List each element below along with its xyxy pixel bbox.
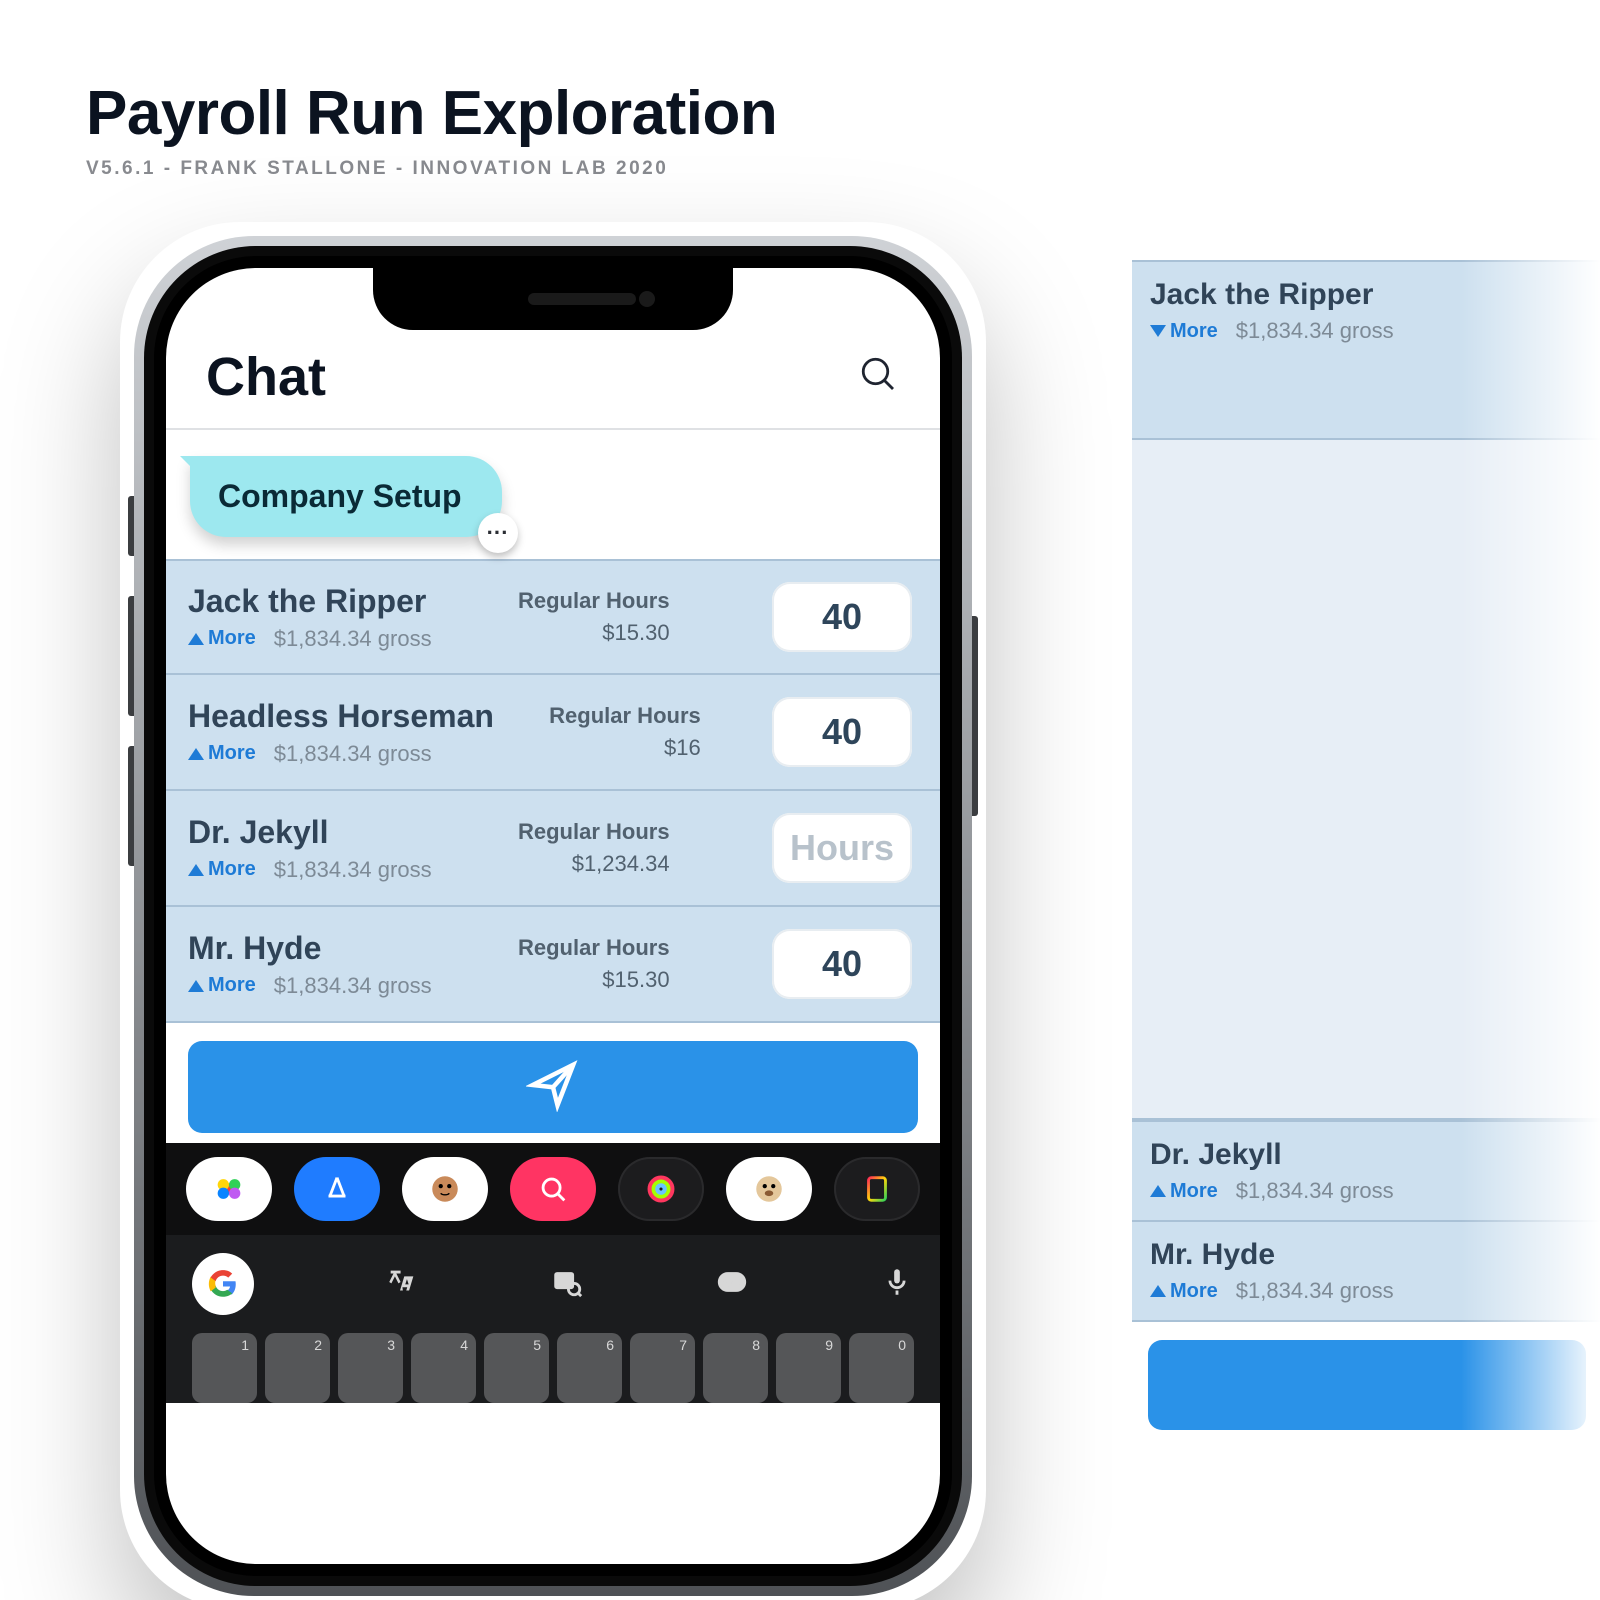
employee-name: Jack the Ripper	[188, 583, 432, 620]
hours-input[interactable]: Hours	[772, 813, 912, 883]
side-row[interactable]: Dr. Jekyll More $1,834.34 gross	[1132, 1120, 1600, 1222]
employee-row[interactable]: Headless Horseman More $1,834.34 gross R…	[166, 675, 940, 791]
photos-app-icon[interactable]	[186, 1157, 272, 1221]
more-toggle[interactable]: More	[188, 742, 256, 765]
employee-name: Jack the Ripper	[1150, 278, 1584, 312]
side-panel: Jack the Ripper More $1,834.34 gross Dr.…	[1132, 260, 1600, 1470]
employee-row[interactable]: Mr. Hyde More $1,834.34 gross Regular Ho…	[166, 907, 940, 1023]
rate-amount: $16	[549, 735, 701, 761]
rate-amount: $1,234.34	[518, 851, 670, 877]
appstore-app-icon[interactable]	[294, 1157, 380, 1221]
employee-list: Jack the Ripper More $1,834.34 gross Reg…	[166, 559, 940, 1023]
rate-amount: $15.30	[518, 620, 670, 646]
mic-icon[interactable]	[880, 1265, 914, 1304]
imessage-app-tray	[166, 1143, 940, 1235]
more-toggle[interactable]: More	[188, 627, 256, 650]
paper-plane-icon	[526, 1058, 580, 1117]
keyboard-key[interactable]: 1	[192, 1333, 257, 1403]
employee-name: Headless Horseman	[188, 698, 494, 735]
keyboard-number-row: 1 2 3 4 5 6 7 8 9 0	[192, 1333, 914, 1403]
gross-amount: $1,834.34 gross	[274, 626, 432, 652]
phone-notch	[373, 268, 733, 330]
side-row[interactable]: Mr. Hyde More $1,834.34 gross	[1132, 1222, 1600, 1322]
more-label: More	[208, 974, 256, 997]
hours-input[interactable]: 40	[772, 929, 912, 999]
screen-title: Chat	[206, 346, 326, 408]
chat-bubble-label: Company Setup	[218, 478, 462, 514]
more-label: More	[208, 627, 256, 650]
employee-row[interactable]: Dr. Jekyll More $1,834.34 gross Regular …	[166, 791, 940, 907]
keyboard-key[interactable]: 0	[849, 1333, 914, 1403]
translate-icon[interactable]	[385, 1265, 419, 1304]
gross-amount: $1,834.34 gross	[1236, 1278, 1394, 1304]
more-label: More	[208, 742, 256, 765]
more-toggle[interactable]: More	[1150, 1180, 1218, 1203]
animoji-app-icon[interactable]	[726, 1157, 812, 1221]
chat-bubble[interactable]: Company Setup ···	[190, 456, 502, 537]
rate-amount: $15.30	[518, 967, 670, 993]
more-label: More	[1170, 1180, 1218, 1203]
polyglot-app-icon[interactable]	[834, 1157, 920, 1221]
keyboard-key[interactable]: 2	[265, 1333, 330, 1403]
bubble-more-button[interactable]: ···	[478, 513, 518, 553]
keyboard-key[interactable]: 4	[411, 1333, 476, 1403]
gross-amount: $1,834.34 gross	[1236, 318, 1394, 344]
regular-hours-label: Regular Hours	[518, 935, 670, 961]
side-row[interactable]: Jack the Ripper More $1,834.34 gross	[1132, 260, 1600, 440]
gross-amount: $1,834.34 gross	[274, 857, 432, 883]
keyboard-key[interactable]: 3	[338, 1333, 403, 1403]
more-toggle[interactable]: More	[188, 858, 256, 881]
gross-amount: $1,834.34 gross	[1236, 1178, 1394, 1204]
keyboard-key[interactable]: 9	[776, 1333, 841, 1403]
employee-name: Mr. Hyde	[1150, 1238, 1584, 1272]
keyboard-key[interactable]: 5	[484, 1333, 549, 1403]
hours-input[interactable]: 40	[772, 697, 912, 767]
google-keyboard-icon[interactable]	[192, 1253, 254, 1315]
gross-amount: $1,834.34 gross	[274, 741, 432, 767]
search-sticker-app-icon[interactable]	[510, 1157, 596, 1221]
memoji-app-icon[interactable]	[402, 1157, 488, 1221]
regular-hours-label: Regular Hours	[518, 819, 670, 845]
search-icon[interactable]	[858, 354, 900, 401]
employee-row[interactable]: Jack the Ripper More $1,834.34 gross Reg…	[166, 559, 940, 675]
image-search-icon[interactable]	[550, 1265, 584, 1304]
keyboard-key[interactable]: 7	[630, 1333, 695, 1403]
employee-name: Dr. Jekyll	[1150, 1138, 1584, 1172]
employee-name: Mr. Hyde	[188, 930, 432, 967]
regular-hours-label: Regular Hours	[518, 588, 670, 614]
send-button[interactable]	[188, 1041, 918, 1133]
more-toggle[interactable]: More	[1150, 1280, 1218, 1303]
more-toggle[interactable]: More	[188, 974, 256, 997]
more-label: More	[1170, 1280, 1218, 1303]
page-title: Payroll Run Exploration	[86, 78, 777, 149]
employee-name: Dr. Jekyll	[188, 814, 432, 851]
keyboard-key[interactable]: 8	[703, 1333, 768, 1403]
phone-frame: Chat Company Setup ··· Jack the Ripper	[134, 236, 972, 1596]
keyboard-key[interactable]: 6	[557, 1333, 622, 1403]
more-toggle[interactable]: More	[1150, 320, 1218, 343]
activity-app-icon[interactable]	[618, 1157, 704, 1221]
more-label: More	[1170, 320, 1218, 343]
gif-icon[interactable]	[715, 1265, 749, 1304]
side-send-button[interactable]	[1148, 1340, 1586, 1430]
keyboard-area: 1 2 3 4 5 6 7 8 9 0	[166, 1235, 940, 1403]
hours-input[interactable]: 40	[772, 582, 912, 652]
page-subtitle: V5.6.1 - FRANK STALLONE - INNOVATION LAB…	[86, 158, 668, 180]
gross-amount: $1,834.34 gross	[274, 973, 432, 999]
regular-hours-label: Regular Hours	[549, 703, 701, 729]
side-expanded-area	[1132, 440, 1600, 1120]
more-label: More	[208, 858, 256, 881]
